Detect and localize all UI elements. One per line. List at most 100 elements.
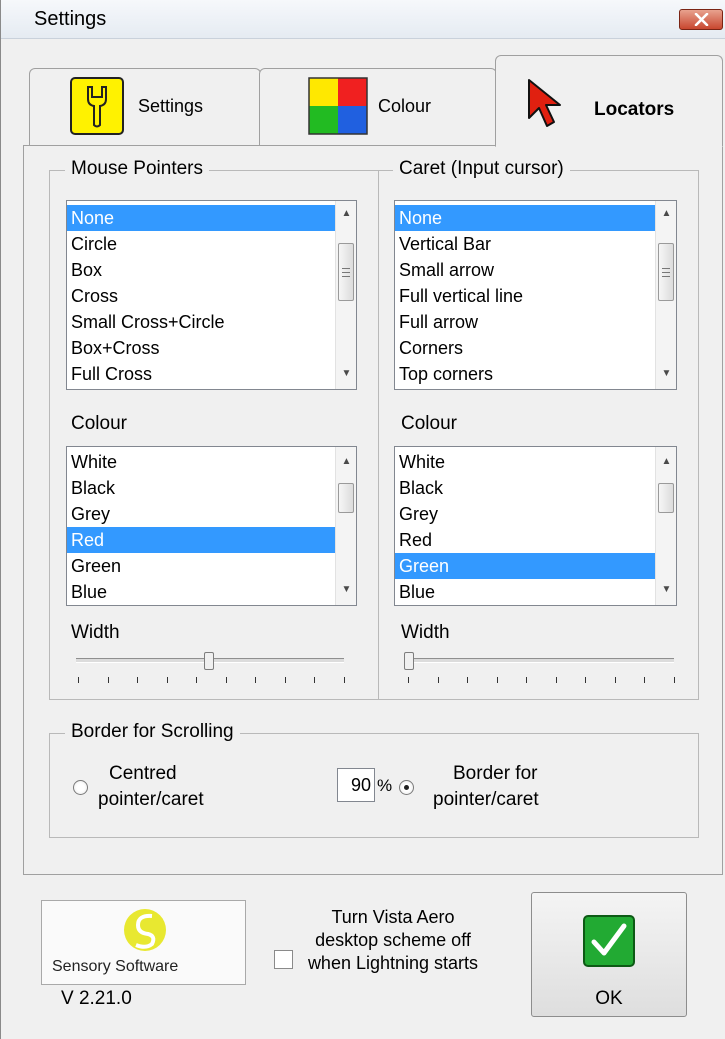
slider-tick (467, 677, 469, 683)
caret-colour-list[interactable]: White Black Grey Red Green Blue ▲ ▼ (394, 446, 677, 606)
list-item[interactable]: Black (67, 475, 335, 501)
list-item[interactable]: Vertical Bar (395, 231, 655, 257)
caret-colour-label: Colour (401, 413, 457, 434)
mouse-pointer-list[interactable]: None Circle Box Cross Small Cross+Circle Box+… (66, 200, 357, 390)
vista-aero-checkbox[interactable] (274, 950, 293, 969)
list-item[interactable]: Box+Cross (67, 335, 335, 361)
list-item[interactable]: Grey (395, 501, 655, 527)
centred-label-line1: Centred (109, 763, 177, 784)
list-item[interactable]: Small arrow (395, 257, 655, 283)
list-item[interactable]: Top corners (395, 361, 655, 387)
red-pointer-icon (526, 78, 568, 135)
tab-settings[interactable]: Settings (29, 68, 261, 146)
scroll-thumb[interactable] (658, 483, 674, 513)
list-item[interactable]: None (395, 205, 655, 231)
list-item[interactable]: Blue (395, 579, 655, 605)
mouse-colour-list[interactable]: White Black Grey Red Green Blue ▲ ▼ (66, 446, 357, 606)
list-item[interactable]: Full arrow (395, 309, 655, 335)
sensory-software-logo: Sensory Software (41, 900, 246, 985)
slider-tick (614, 677, 616, 683)
version-label: V 2.21.0 (61, 988, 132, 1009)
tab-settings-label: Settings (138, 96, 204, 116)
slider-thumb[interactable] (404, 652, 414, 670)
list-item[interactable]: Full vertical line (395, 283, 655, 309)
caret-shape-list[interactable]: None Vertical Bar Small arrow Full vertical… (394, 200, 677, 390)
list-item[interactable]: Circle (67, 231, 335, 257)
list-item[interactable]: Red (67, 527, 335, 553)
list-item[interactable]: Black (395, 475, 655, 501)
centred-radio[interactable] (73, 780, 88, 795)
scrolling-title: Border for Scrolling (65, 721, 240, 743)
vista-aero-label: Turn Vista Aero desktop scheme off when … (307, 907, 479, 973)
close-button[interactable] (679, 9, 723, 30)
slider-tick (344, 677, 345, 683)
mouse-width-slider[interactable] (71, 650, 351, 690)
slider-tick (644, 677, 646, 683)
caret-colour-scrollbar[interactable]: ▲ ▼ (655, 447, 676, 605)
tab-locators-label: Locators (594, 99, 675, 120)
list-item[interactable]: Red (395, 527, 655, 553)
settings-window: Settings Settings Colour Locators Mouse … (0, 0, 725, 1039)
caret-shape-scrollbar[interactable]: ▲ ▼ (655, 201, 676, 389)
slider-tick (526, 677, 528, 683)
list-item[interactable]: White (67, 449, 335, 475)
list-item[interactable]: Small Cross+Circle (67, 309, 335, 335)
centred-label-line2: pointer/caret (98, 789, 204, 810)
scroll-down-arrow-icon[interactable]: ▼ (336, 581, 356, 599)
scroll-down-arrow-icon[interactable]: ▼ (656, 581, 676, 599)
scroll-thumb[interactable] (338, 483, 354, 513)
scroll-up-arrow-icon[interactable]: ▲ (656, 453, 676, 471)
border-radio[interactable] (399, 780, 414, 795)
window-title: Settings (34, 8, 107, 30)
caret-width-slider[interactable] (401, 650, 681, 690)
mouse-pointer-scrollbar[interactable]: ▲ ▼ (335, 201, 356, 389)
scroll-up-arrow-icon[interactable]: ▲ (336, 453, 356, 471)
slider-track (406, 658, 674, 663)
border-label-line2: pointer/caret (433, 789, 539, 810)
slider-tick (284, 677, 286, 683)
percent-symbol: % (377, 776, 393, 795)
list-item[interactable]: None (67, 205, 335, 231)
tab-colour[interactable]: Colour (259, 68, 497, 146)
slider-thumb[interactable] (204, 652, 214, 670)
slider-tick (255, 677, 257, 683)
scroll-thumb[interactable] (338, 243, 354, 301)
ok-label: OK (595, 988, 623, 1009)
close-icon (694, 13, 709, 26)
scroll-down-arrow-icon[interactable]: ▼ (336, 365, 356, 383)
border-percent-field[interactable]: 90 (337, 768, 375, 802)
scroll-up-arrow-icon[interactable]: ▲ (656, 205, 676, 223)
caret-width-label: Width (401, 622, 450, 643)
checkmark-icon (583, 915, 635, 967)
slider-tick (314, 677, 316, 683)
slider-tick (137, 677, 139, 683)
list-item[interactable]: Grey (67, 501, 335, 527)
logo-text: Sensory Software (52, 958, 179, 975)
list-item[interactable]: Cross (67, 283, 335, 309)
list-item[interactable]: Corners (395, 335, 655, 361)
mouse-colour-label: Colour (71, 413, 127, 434)
slider-tick (225, 677, 227, 683)
list-item[interactable]: White (395, 449, 655, 475)
scroll-thumb[interactable] (658, 243, 674, 301)
slider-tick (674, 677, 675, 683)
list-item[interactable]: Box (67, 257, 335, 283)
ok-button[interactable]: OK (531, 892, 687, 1017)
slider-tick (166, 677, 168, 683)
scroll-down-arrow-icon[interactable]: ▼ (656, 365, 676, 383)
border-label-line1: Border for (453, 763, 538, 784)
logo-swirl-icon (124, 909, 166, 951)
list-item[interactable]: Green (395, 553, 655, 579)
list-item[interactable]: Full Cross (67, 361, 335, 387)
slider-tick (585, 677, 587, 683)
scroll-up-arrow-icon[interactable]: ▲ (336, 205, 356, 223)
mouse-colour-scrollbar[interactable]: ▲ ▼ (335, 447, 356, 605)
tab-locators[interactable]: Locators (495, 55, 723, 147)
slider-tick (196, 677, 198, 683)
slider-tick (437, 677, 439, 683)
tab-colour-label: Colour (378, 96, 432, 116)
title-bar: Settings (1, 0, 725, 39)
caret-title: Caret (Input cursor) (393, 158, 570, 180)
list-item[interactable]: Green (67, 553, 335, 579)
list-item[interactable]: Blue (67, 579, 335, 605)
